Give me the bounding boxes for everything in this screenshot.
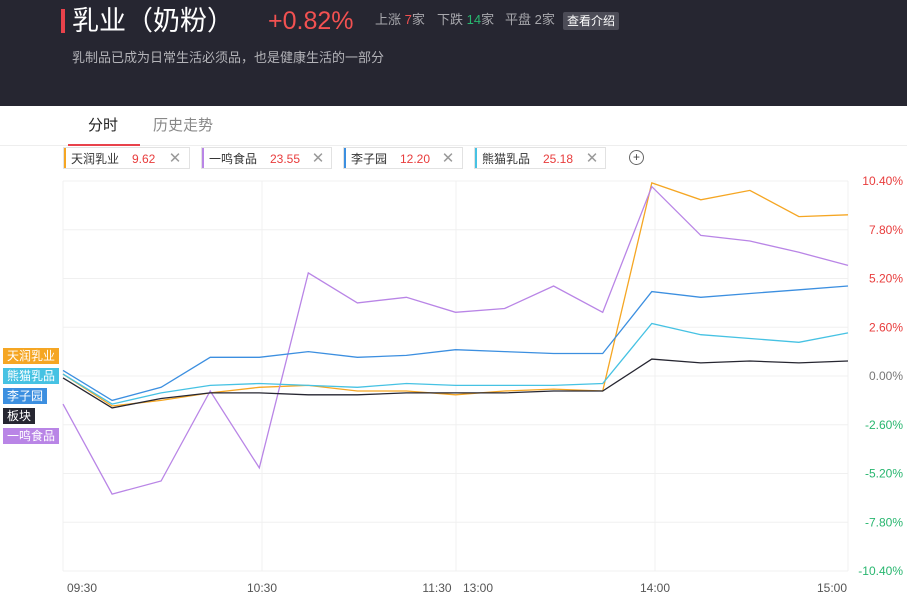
chip-color-bar [202,148,204,168]
flat-unit: 家 [541,12,555,27]
chip-price: 25.18 [543,152,574,166]
chip-price: 9.62 [132,152,156,166]
tab-history[interactable]: 历史走势 [153,116,213,136]
sector-header: 乳业（奶粉） +0.82% 上涨 7家 下跌 14家 平盘 2家 查看介绍 乳制… [0,0,907,106]
legend-xiongmao: 熊猫乳品 [3,368,60,384]
y-tick-label: 2.60% [869,320,903,334]
x-tick-label: 10:30 [247,581,277,595]
compare-chip-yiming[interactable]: 一鸣食品 23.55 ✕ [201,147,332,169]
flat-label: 平盘 [505,12,532,27]
flat-count-stat: 平盘 2家 [505,11,555,29]
view-intro-button[interactable]: 查看介绍 [563,12,620,30]
sector-change: +0.82% [268,7,354,35]
x-tick-label: 09:30 [67,581,97,595]
x-tick-label: 15:00 [817,581,847,595]
up-count-stat: 上涨 7家 [375,11,425,29]
chip-name: 熊猫乳品 [482,152,531,166]
chip-name: 天润乳业 [71,152,120,166]
legend-sector: 板块 [3,408,36,424]
chip-price: 12.20 [400,152,431,166]
down-label: 下跌 [437,12,464,27]
up-label: 上涨 [375,12,402,27]
legend-liziyuan: 李子园 [3,388,48,404]
close-icon[interactable]: ✕ [311,148,325,168]
y-tick-label: 7.80% [869,223,903,237]
title-accent-bar [61,9,65,33]
x-tick-label: 11:30 [422,581,451,595]
up-unit: 家 [411,12,425,27]
close-icon[interactable]: ✕ [168,148,182,168]
compare-chip-tianrun[interactable]: 天润乳业 9.62 ✕ [63,147,190,169]
compare-chip-liziyuan[interactable]: 李子园 12.20 ✕ [343,147,463,169]
compare-chip-xiongmao[interactable]: 熊猫乳品 25.18 ✕ [474,147,606,169]
chip-name: 一鸣食品 [209,152,258,166]
chart-tabs: 分时 历史走势 [0,106,907,146]
active-tab-indicator [68,144,140,146]
y-tick-label: 0.00% [869,369,903,383]
flat-count: 2 [534,12,542,27]
y-tick-label: 10.40% [862,174,903,188]
chip-name: 李子园 [351,152,388,166]
y-tick-label: -5.20% [865,467,903,481]
chip-color-bar [64,148,66,168]
legend-yiming: 一鸣食品 [3,428,60,444]
down-count: 14 [466,12,482,27]
close-icon[interactable]: ✕ [585,148,599,168]
y-tick-label: -10.40% [858,564,903,578]
sector-description: 乳制品已成为日常生活必须品，也是健康生活的一部分 [72,50,385,65]
up-count: 7 [404,12,412,27]
chip-color-bar [475,148,477,168]
close-icon[interactable]: ✕ [441,148,455,168]
sector-title: 乳业（奶粉） [72,6,234,36]
x-tick-label: 13:00 [463,581,493,595]
legend-tianrun: 天润乳业 [3,348,60,364]
down-count-stat: 下跌 14家 [437,11,494,29]
plus-circle-icon[interactable]: + [629,150,644,165]
tab-intraday[interactable]: 分时 [88,116,118,136]
y-tick-label: -7.80% [865,515,903,529]
chip-price: 23.55 [270,152,301,166]
y-tick-label: 5.20% [869,272,903,286]
y-tick-label: -2.60% [865,418,903,432]
chip-color-bar [344,148,346,168]
down-unit: 家 [481,12,495,27]
x-tick-label: 14:00 [640,581,670,595]
intraday-chart: 10.40% 7.80% 5.20% 2.60% 0.00% -2.60% -5.20% -7… [62,174,903,595]
